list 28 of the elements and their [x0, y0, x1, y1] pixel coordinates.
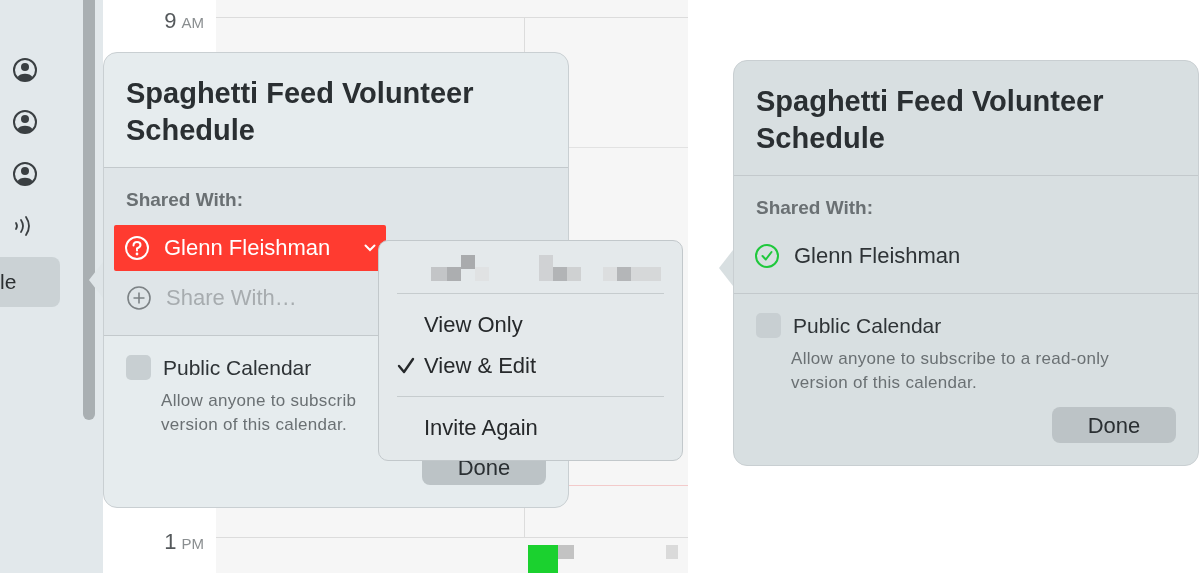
description-text: version of this calendar. — [161, 414, 348, 436]
section-label: Shared With: — [126, 188, 244, 212]
menu-item[interactable]: View Only — [397, 304, 664, 345]
person-icon — [12, 57, 38, 83]
question-icon — [124, 234, 150, 261]
description-text: Allow anyone to subscribe to a read-only — [791, 348, 1110, 370]
invitee-chip[interactable]: Glenn Fleishman — [114, 224, 386, 271]
invitee-chip[interactable]: Glenn Fleishman — [744, 232, 1176, 279]
sidebar-item[interactable]: le — [0, 257, 60, 307]
section-label: Shared With: — [756, 196, 874, 220]
popover-title: Spaghetti Feed Volunteer Schedule — [126, 76, 475, 148]
hour-label: 9 AM — [164, 7, 204, 35]
chevron-down-icon — [364, 243, 376, 252]
menu-item[interactable]: View & Edit — [397, 345, 664, 386]
description-text: Allow anyone to subscrib — [161, 390, 357, 412]
hour-label: 1 PM — [164, 528, 204, 556]
popover-title: Spaghetti Feed Volunteer Schedule — [756, 84, 1105, 156]
add-icon — [126, 284, 152, 311]
menu-item[interactable]: Invite Again — [397, 407, 664, 448]
checkbox[interactable] — [126, 354, 151, 380]
checkmark-icon — [397, 356, 415, 375]
check-circle-icon — [754, 242, 780, 269]
description-text: version of this calendar. — [791, 372, 978, 394]
done-button[interactable]: Done — [1052, 407, 1176, 443]
checkbox-label: Public Calendar — [163, 354, 312, 381]
person-icon — [12, 109, 38, 135]
person-icon — [12, 161, 38, 187]
checkbox-label: Public Calendar — [793, 312, 942, 339]
